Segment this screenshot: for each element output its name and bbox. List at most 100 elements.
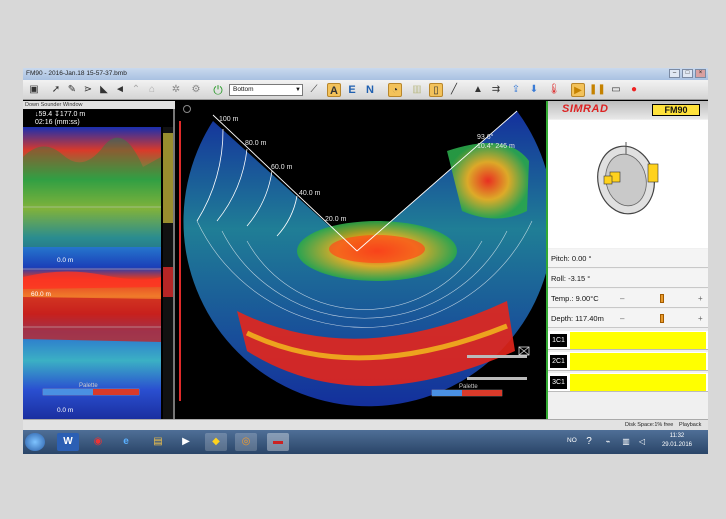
range-label-80: 80.0 m [245, 140, 267, 147]
letter-e-button[interactable]: E [345, 83, 359, 97]
range-label-100: 100 m [219, 116, 239, 123]
depth-readout: ↓59.4 ↧177.0 m 02:16 (mm:ss) [35, 111, 86, 126]
play-icon[interactable]: ▶ [571, 83, 585, 97]
language-indicator[interactable]: NO [567, 437, 577, 444]
ship-icon[interactable]: ▲ [471, 83, 485, 97]
pitch-row: Pitch: 0.00 ° [548, 249, 708, 268]
status-bar: Disk Space:1% free Playback [23, 419, 708, 430]
record-icon[interactable]: ● [627, 83, 641, 97]
range-readout: 10.4° 246 m [477, 142, 515, 150]
temp-minus-button[interactable]: – [620, 289, 624, 308]
pointer-icon[interactable]: ➚ [49, 83, 63, 97]
depth-slider-handle[interactable] [660, 314, 664, 323]
ie-icon[interactable]: e [115, 433, 137, 451]
depth-label-3: 0.0 m [57, 407, 74, 414]
app-icon[interactable]: ◎ [235, 433, 257, 451]
tray-icon[interactable]: ⌁ [601, 433, 615, 451]
vessel-3d-icon [597, 142, 659, 215]
power-icon[interactable]: ⏻ [211, 83, 225, 97]
home-icon[interactable]: ⌂ [145, 83, 159, 97]
depth-minus-button[interactable]: – [620, 309, 624, 328]
temp-row: Temp.: 9.00°C – + [548, 289, 708, 308]
sonar-palette-label: Palette [459, 384, 478, 390]
window-title: FM90 - 2016-Jan.18 15-57-37.bmb [26, 70, 127, 77]
fm90-taskbar-icon[interactable]: ▬ [267, 433, 289, 451]
trawl-icon[interactable]: ◄ [113, 83, 127, 97]
disk-space-status: Disk Space:1% free [625, 422, 674, 428]
range-label-60: 60.0 m [271, 164, 293, 171]
depth-row: Depth: 117.40m – + [548, 309, 708, 328]
channel-label: 2C1 [550, 355, 567, 368]
mode-status: Playback [679, 422, 702, 428]
upload-icon[interactable]: ⇪ [509, 83, 523, 97]
toolbar: ▣ ➚ ✎ ⋗ ◣ ◄ ⌃ ⌂ ✲ ⚙ ⏻ Bottom ▼ ⟋ A E N ◔… [23, 80, 708, 100]
stop-icon[interactable]: ▭ [609, 83, 623, 97]
roll-row: Roll: -3.15 ° [548, 269, 708, 288]
channel-indicator [570, 374, 706, 391]
model-badge: FM90 [652, 104, 700, 116]
bearing-readout: 93.6° [477, 133, 494, 141]
pause-icon[interactable]: ❚❚ [589, 83, 606, 97]
word-icon[interactable]: W [57, 433, 79, 451]
channel-indicator [570, 332, 706, 349]
media-player-icon[interactable]: ▶ [175, 433, 197, 451]
pen-icon[interactable]: ╱ [447, 83, 461, 97]
maximize-button[interactable]: □ [682, 69, 693, 78]
split-view-icon[interactable]: ▥ [410, 83, 424, 97]
temp-plus-button[interactable]: + [698, 289, 703, 308]
temp-slider-handle[interactable] [660, 294, 664, 303]
letter-a-button[interactable]: A [327, 83, 341, 97]
download-icon[interactable]: ⬇ [527, 83, 541, 97]
network-icon[interactable]: ▥ [619, 433, 633, 451]
brand-bar: SIMRAD FM90 [548, 101, 708, 119]
microphone-icon[interactable] [183, 105, 191, 113]
marker-icon[interactable]: ✎ [65, 83, 79, 97]
channel-label: 3C1 [550, 376, 567, 389]
depth-label-1: 0.0 m [57, 257, 74, 264]
folder-icon[interactable]: ▤ [147, 433, 169, 451]
channel-indicator [570, 353, 706, 370]
channel-row-2c1[interactable]: 2C1 [548, 352, 708, 371]
application-window: FM90 - 2016-Jan.18 15-57-37.bmb – □ × ▣ … [23, 68, 708, 454]
volume-icon[interactable]: ◁ [635, 433, 649, 451]
settings-icon[interactable]: ⚙ [189, 83, 203, 97]
track-icon[interactable]: ⌃ [129, 83, 143, 97]
vessel-attitude-view [548, 120, 708, 248]
title-bar: FM90 - 2016-Jan.18 15-57-37.bmb – □ × [23, 68, 708, 80]
channel-row-3c1[interactable]: 3C1 [548, 373, 708, 392]
sweep-icon[interactable]: ◣ [97, 83, 111, 97]
panel-title: Down Sounder Window [23, 101, 175, 109]
close-button[interactable]: × [695, 69, 706, 78]
sonar-view[interactable]: 100 m 80.0 m 60.0 m 40.0 m 20.0 m 93.6° … [177, 101, 546, 419]
system-clock[interactable]: 11:32 29.01.2016 [662, 432, 692, 450]
bottom-mode-select[interactable]: Bottom ▼ [229, 84, 303, 96]
signal-icon[interactable]: ◔ [388, 83, 402, 97]
gear-icon[interactable]: ✲ [169, 83, 183, 97]
fish-icon[interactable]: ⋗ [81, 83, 95, 97]
thermometer-icon[interactable]: 🌡 [547, 83, 561, 97]
folder-open-icon[interactable]: ◆ [205, 433, 227, 451]
sonar-display[interactable]: 100 m 80.0 m 60.0 m 40.0 m 20.0 m 93.6° … [177, 101, 546, 419]
channel-row-1c1[interactable]: 1C1 [548, 331, 708, 350]
camera-icon[interactable]: ▣ [27, 83, 41, 97]
down-sounder-window: Down Sounder Window ↓59.4 ↧177.0 m 02:16… [23, 101, 175, 419]
depth-label-2: 60.0 m [31, 291, 51, 298]
chevron-down-icon: ▼ [295, 87, 301, 93]
single-view-icon[interactable]: ▯ [429, 83, 443, 97]
net-icon[interactable]: ⇉ [489, 83, 503, 97]
range-label-40: 40.0 m [299, 190, 321, 197]
range-label-20: 20.0 m [325, 216, 347, 223]
right-panel: SIMRAD FM90 Pitch: 0.00 ° Roll: -3.15 ° … [546, 101, 708, 419]
simrad-logo: SIMRAD [562, 103, 609, 115]
windows-taskbar: W ◉ e ▤ ▶ ◆ ◎ ▬ NO ? ⌁ ▥ ◁ 11:32 29.01.2… [23, 430, 708, 454]
minimize-button[interactable]: – [669, 69, 680, 78]
curve-icon[interactable]: ⟋ [307, 83, 321, 97]
chrome-icon[interactable]: ◉ [87, 433, 109, 451]
palette-label: Palette [79, 383, 98, 389]
channel-label: 1C1 [550, 334, 567, 347]
start-button[interactable] [25, 433, 45, 451]
letter-n-button[interactable]: N [363, 83, 377, 97]
depth-plus-button[interactable]: + [698, 309, 703, 328]
echogram[interactable] [23, 127, 175, 419]
help-icon[interactable]: ? [581, 433, 597, 451]
